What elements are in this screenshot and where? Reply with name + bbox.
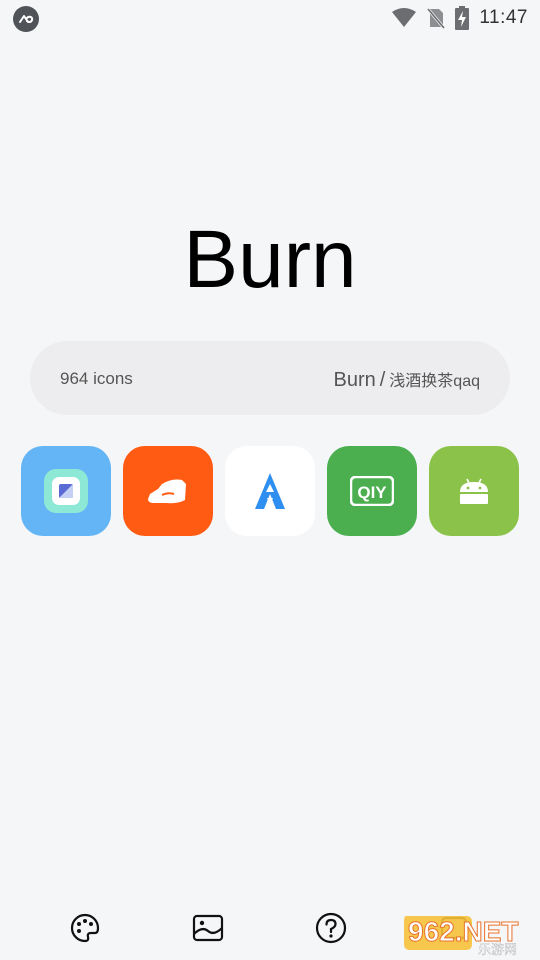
no-sim-icon bbox=[427, 8, 446, 29]
preview-icons: QIY bbox=[21, 446, 519, 536]
pack-name: Burn bbox=[333, 369, 376, 391]
iqiyi-app-icon[interactable]: QIY bbox=[327, 446, 417, 536]
separator: / bbox=[379, 369, 386, 391]
palette-icon[interactable] bbox=[67, 910, 103, 946]
designer-name: 浅酒换茶qaq bbox=[389, 373, 480, 390]
android-app-icon[interactable] bbox=[429, 446, 519, 536]
watermark-small-text: 乐游网 bbox=[478, 943, 517, 956]
rocket-a-app-icon[interactable] bbox=[225, 446, 315, 536]
help-icon[interactable] bbox=[313, 910, 349, 946]
site-watermark-logo: 962.NET 乐游网 bbox=[400, 908, 540, 958]
square-app-icon[interactable] bbox=[21, 446, 111, 536]
wifi-icon bbox=[392, 8, 417, 27]
iqiyi-logo-text: QIY bbox=[357, 483, 387, 502]
icon-count: 964 icons bbox=[60, 369, 133, 388]
orange-hand-app-icon[interactable] bbox=[123, 446, 213, 536]
wallpaper-icon[interactable] bbox=[190, 910, 226, 946]
info-card[interactable]: 964 icons Burn / 浅酒换茶qaq bbox=[30, 341, 510, 415]
status-bar: 11:47 bbox=[0, 0, 540, 36]
clock: 11:47 bbox=[479, 7, 528, 28]
app-title: Burn bbox=[183, 214, 357, 305]
battery-charging-icon bbox=[455, 6, 470, 30]
pack-credit: Burn / 浅酒换茶qaq bbox=[333, 367, 480, 392]
app-badge-icon bbox=[13, 6, 39, 32]
